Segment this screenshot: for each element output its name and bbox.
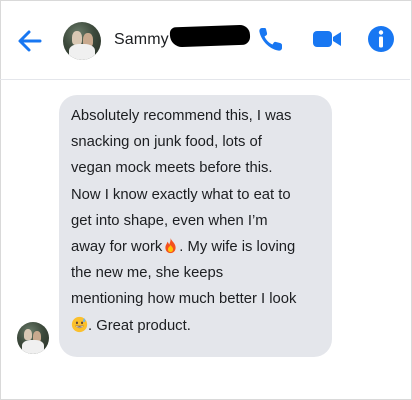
- message-line: get into shape, even when I’m: [71, 212, 268, 229]
- message-line: away for work: [71, 239, 163, 256]
- redaction-mark: [169, 24, 251, 48]
- video-camera-icon[interactable]: [312, 24, 342, 54]
- info-icon[interactable]: [366, 24, 396, 54]
- fire-emoji-icon: [165, 237, 176, 254]
- message-line: the new me, she keeps: [71, 265, 224, 282]
- contact-name[interactable]: Sammy: [114, 31, 169, 49]
- message-line: Absolutely recommend this, I was: [71, 108, 292, 124]
- chat-header: Sammy: [0, 0, 410, 80]
- message-line: . My wife is loving: [179, 239, 296, 256]
- message-line: vegan mock meets before this.: [71, 160, 273, 177]
- message-bubble[interactable]: Absolutely recommend this, I was snackin…: [59, 95, 332, 357]
- message-line: . Great product.: [88, 317, 191, 334]
- message-line: snacking on junk food, lots of: [71, 134, 262, 151]
- message-line: Now I know exactly what to eat to: [71, 186, 291, 203]
- phone-icon[interactable]: [256, 24, 286, 54]
- back-arrow-icon[interactable]: [16, 27, 44, 55]
- message-text: Absolutely recommend this, I was snackin…: [71, 103, 320, 339]
- grinning-sweat-emoji-icon: [71, 316, 88, 332]
- sender-avatar[interactable]: [17, 322, 49, 354]
- message-line: mentioning how much better I look: [71, 291, 297, 308]
- contact-avatar[interactable]: [63, 22, 101, 60]
